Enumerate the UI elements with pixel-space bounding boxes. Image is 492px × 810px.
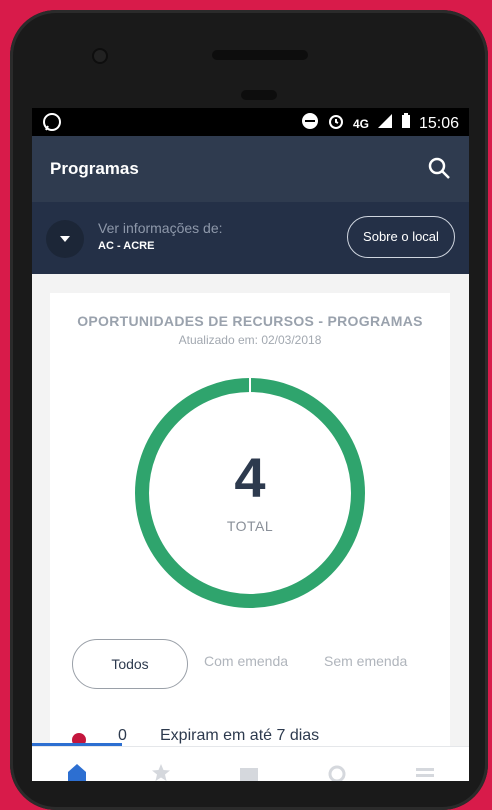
card-title: OPORTUNIDADES DE RECURSOS - PROGRAMAS <box>77 313 423 329</box>
location-caption: Ver informações de: <box>98 220 223 236</box>
status-bar: 4G 15:06 <box>32 108 469 136</box>
location-bar: Ver informações de: AC - ACRE Sobre o lo… <box>32 202 469 274</box>
app-bar: Programas <box>32 136 469 202</box>
location-dropdown-button[interactable] <box>46 220 84 258</box>
bottom-navigation <box>32 746 469 781</box>
about-location-button[interactable]: Sobre o local <box>347 216 455 258</box>
star-icon[interactable] <box>150 762 172 781</box>
sensor-grille <box>241 90 277 100</box>
location-value: AC - ACRE <box>98 240 155 252</box>
settings-icon[interactable] <box>326 762 348 781</box>
network-label: 4G <box>352 116 369 131</box>
card-updated: Atualizado em: 02/03/2018 <box>178 333 322 347</box>
list-item-label: Expiram em até 7 dias <box>160 727 320 744</box>
filter-tabs: Todos Com emenda Sem emenda <box>72 639 442 689</box>
whatsapp-icon <box>42 112 62 137</box>
donut-chart: 4 TOTAL <box>130 373 370 613</box>
search-icon[interactable] <box>427 156 451 185</box>
home-icon[interactable] <box>66 762 88 781</box>
app-screen: 4G 15:06 Programas Ver informações de: A… <box>32 108 469 781</box>
summary-card: OPORTUNIDADES DE RECURSOS - PROGRAMAS At… <box>50 293 450 733</box>
menu-icon[interactable] <box>414 762 436 781</box>
filter-todos[interactable]: Todos <box>72 639 188 689</box>
page-title: Programas <box>50 159 139 178</box>
donut-start-marker <box>249 377 251 395</box>
signal-icon <box>377 113 393 134</box>
total-value: 4 <box>234 446 266 509</box>
speaker-grille <box>212 50 308 60</box>
filter-com-emenda[interactable]: Com emenda <box>204 653 288 669</box>
camera-icon <box>94 50 106 62</box>
alarm-icon <box>327 112 345 135</box>
do-not-disturb-icon <box>301 112 319 135</box>
total-label: TOTAL <box>226 518 274 534</box>
filter-sem-emenda[interactable]: Sem emenda <box>324 653 407 669</box>
mail-icon[interactable] <box>238 762 260 781</box>
battery-icon <box>401 113 411 134</box>
chevron-down-icon <box>60 236 70 242</box>
clock: 15:06 <box>418 114 459 132</box>
